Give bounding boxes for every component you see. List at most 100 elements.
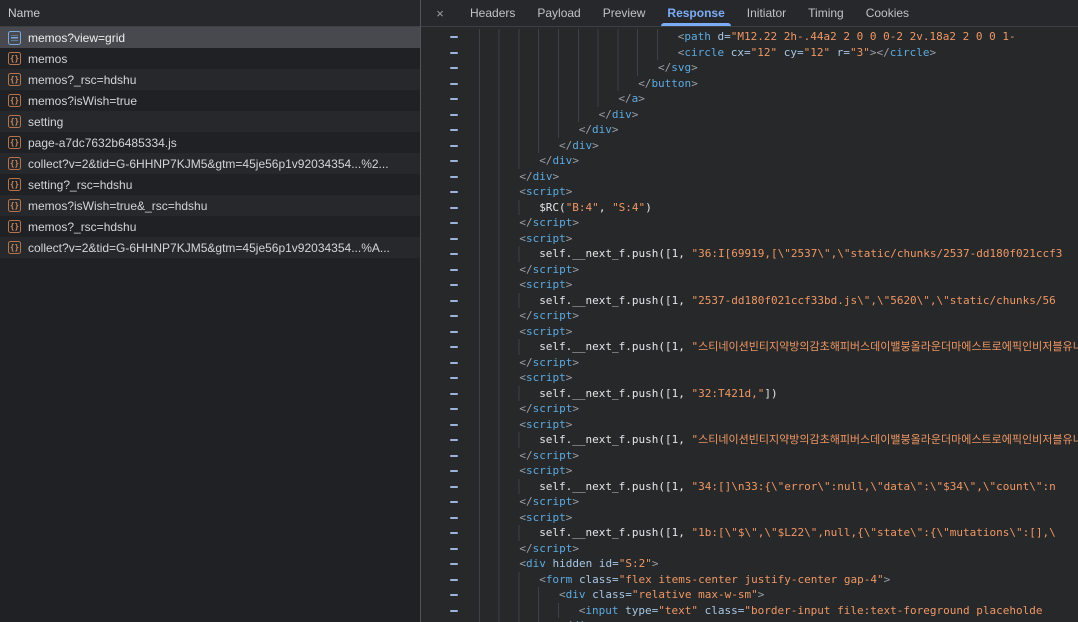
code-token: d= bbox=[718, 30, 731, 43]
fold-toggle-icon[interactable] bbox=[421, 479, 460, 495]
fold-toggle-icon[interactable] bbox=[421, 401, 460, 417]
fold-toggle-icon[interactable] bbox=[421, 618, 460, 622]
request-name: memos?_rsc=hdshu bbox=[28, 220, 136, 234]
network-request-row[interactable]: {} collect?v=2&tid=G-6HHNP7KJM5&gtm=45je… bbox=[0, 237, 420, 258]
fold-toggle-icon[interactable] bbox=[421, 324, 460, 340]
fold-toggle-icon[interactable] bbox=[421, 448, 460, 464]
fold-toggle-icon[interactable] bbox=[421, 200, 460, 216]
code-token: circle bbox=[890, 46, 930, 59]
fold-toggle-icon[interactable] bbox=[421, 215, 460, 231]
fold-toggle-icon[interactable] bbox=[421, 370, 460, 386]
request-name: memos?isWish=true bbox=[28, 94, 137, 108]
code-indent bbox=[460, 169, 519, 185]
fold-toggle-icon[interactable] bbox=[421, 417, 460, 433]
fold-toggle-icon[interactable] bbox=[421, 184, 460, 200]
code-token: div bbox=[526, 557, 546, 570]
code-line: self.__next_f.push([1, "스티네이션빈티지약방의감초해피버… bbox=[421, 339, 1078, 355]
tab-preview[interactable]: Preview bbox=[592, 0, 657, 26]
fold-toggle-icon[interactable] bbox=[421, 153, 460, 169]
fold-toggle-icon[interactable] bbox=[421, 293, 460, 309]
network-request-row[interactable]: {} memos?_rsc=hdshu bbox=[0, 69, 420, 90]
code-text: self.__next_f.push([1, "2537-dd180f021cc… bbox=[539, 293, 1056, 309]
fetch-icon: {} bbox=[8, 199, 21, 212]
fold-toggle-icon[interactable] bbox=[421, 45, 460, 61]
fold-toggle-icon[interactable] bbox=[421, 29, 460, 45]
fold-toggle-icon[interactable] bbox=[421, 169, 460, 185]
code-indent bbox=[460, 29, 678, 45]
code-token: div bbox=[552, 154, 572, 167]
code-indent bbox=[460, 510, 519, 526]
fold-toggle-icon[interactable] bbox=[421, 386, 460, 402]
code-line: </script> bbox=[421, 308, 1078, 324]
fold-toggle-icon[interactable] bbox=[421, 138, 460, 154]
code-token: script bbox=[533, 402, 573, 415]
tab-label: Response bbox=[667, 6, 724, 20]
fold-toggle-icon[interactable] bbox=[421, 510, 460, 526]
code-line: <script> bbox=[421, 463, 1078, 479]
code-indent bbox=[460, 370, 519, 386]
network-request-row[interactable]: {} setting?_rsc=hdshu bbox=[0, 174, 420, 195]
network-request-row[interactable]: {} memos?isWish=true&_rsc=hdshu bbox=[0, 195, 420, 216]
code-token bbox=[711, 30, 718, 43]
fold-toggle-icon[interactable] bbox=[421, 556, 460, 572]
fold-toggle-icon[interactable] bbox=[421, 122, 460, 138]
fold-toggle-icon[interactable] bbox=[421, 541, 460, 557]
code-indent bbox=[460, 556, 519, 572]
code-indent bbox=[460, 479, 539, 495]
code-token: div bbox=[566, 588, 586, 601]
fold-toggle-icon[interactable] bbox=[421, 525, 460, 541]
fold-toggle-icon[interactable] bbox=[421, 60, 460, 76]
fold-toggle-icon[interactable] bbox=[421, 231, 460, 247]
response-code-viewer[interactable]: <path d="M12.22 2h-.44a2 2 0 0 0-2 2v.18… bbox=[421, 27, 1078, 622]
fold-toggle-icon[interactable] bbox=[421, 339, 460, 355]
code-token: div bbox=[533, 170, 553, 183]
code-token: script bbox=[526, 325, 566, 338]
fold-toggle-icon[interactable] bbox=[421, 246, 460, 262]
tab-label: Cookies bbox=[866, 6, 909, 20]
fold-toggle-icon[interactable] bbox=[421, 262, 460, 278]
code-token: class= bbox=[579, 573, 619, 586]
code-token: "relative max-w-sm" bbox=[632, 588, 758, 601]
fold-toggle-icon[interactable] bbox=[421, 355, 460, 371]
code-token: div bbox=[572, 139, 592, 152]
fold-toggle-icon[interactable] bbox=[421, 587, 460, 603]
fold-toggle-icon[interactable] bbox=[421, 494, 460, 510]
code-line: </script> bbox=[421, 215, 1078, 231]
fetch-icon: {} bbox=[8, 115, 21, 128]
tab-headers[interactable]: Headers bbox=[459, 0, 526, 26]
network-request-row[interactable]: {} memos?_rsc=hdshu bbox=[0, 216, 420, 237]
fold-toggle-icon[interactable] bbox=[421, 76, 460, 92]
fold-toggle-icon[interactable] bbox=[421, 603, 460, 619]
fold-toggle-icon[interactable] bbox=[421, 107, 460, 123]
code-token: script bbox=[526, 185, 566, 198]
network-request-row[interactable]: {} memos bbox=[0, 48, 420, 69]
tab-initiator[interactable]: Initiator bbox=[736, 0, 797, 26]
code-token: > bbox=[691, 61, 698, 74]
network-request-row[interactable]: {} collect?v=2&tid=G-6HHNP7KJM5&gtm=45je… bbox=[0, 153, 420, 174]
tab-label: Preview bbox=[603, 6, 646, 20]
tab-timing[interactable]: Timing bbox=[797, 0, 855, 26]
network-request-row[interactable]: {} page-a7dc7632b6485334.js bbox=[0, 132, 420, 153]
tab-response[interactable]: Response bbox=[656, 0, 735, 26]
close-icon[interactable]: × bbox=[421, 0, 459, 26]
network-request-row[interactable]: {} setting bbox=[0, 111, 420, 132]
tab-cookies[interactable]: Cookies bbox=[855, 0, 920, 26]
network-request-row[interactable]: memos?view=grid bbox=[0, 27, 420, 48]
fold-toggle-icon[interactable] bbox=[421, 463, 460, 479]
fold-toggle-icon[interactable] bbox=[421, 277, 460, 293]
network-request-row[interactable]: {} memos?isWish=true bbox=[0, 90, 420, 111]
code-token: "12" bbox=[751, 46, 778, 59]
code-indent bbox=[460, 91, 618, 107]
code-indent bbox=[460, 448, 519, 464]
code-token: > bbox=[572, 449, 579, 462]
fold-toggle-icon[interactable] bbox=[421, 572, 460, 588]
fold-toggle-icon[interactable] bbox=[421, 432, 460, 448]
name-column-header[interactable]: Name bbox=[0, 0, 420, 27]
fold-toggle-icon[interactable] bbox=[421, 308, 460, 324]
code-text: </div> bbox=[559, 138, 599, 154]
code-text: </script> bbox=[519, 355, 579, 371]
code-line: <script> bbox=[421, 510, 1078, 526]
fold-toggle-icon[interactable] bbox=[421, 91, 460, 107]
tab-payload[interactable]: Payload bbox=[526, 0, 591, 26]
code-line: <div hidden id="S:2"> bbox=[421, 556, 1078, 572]
